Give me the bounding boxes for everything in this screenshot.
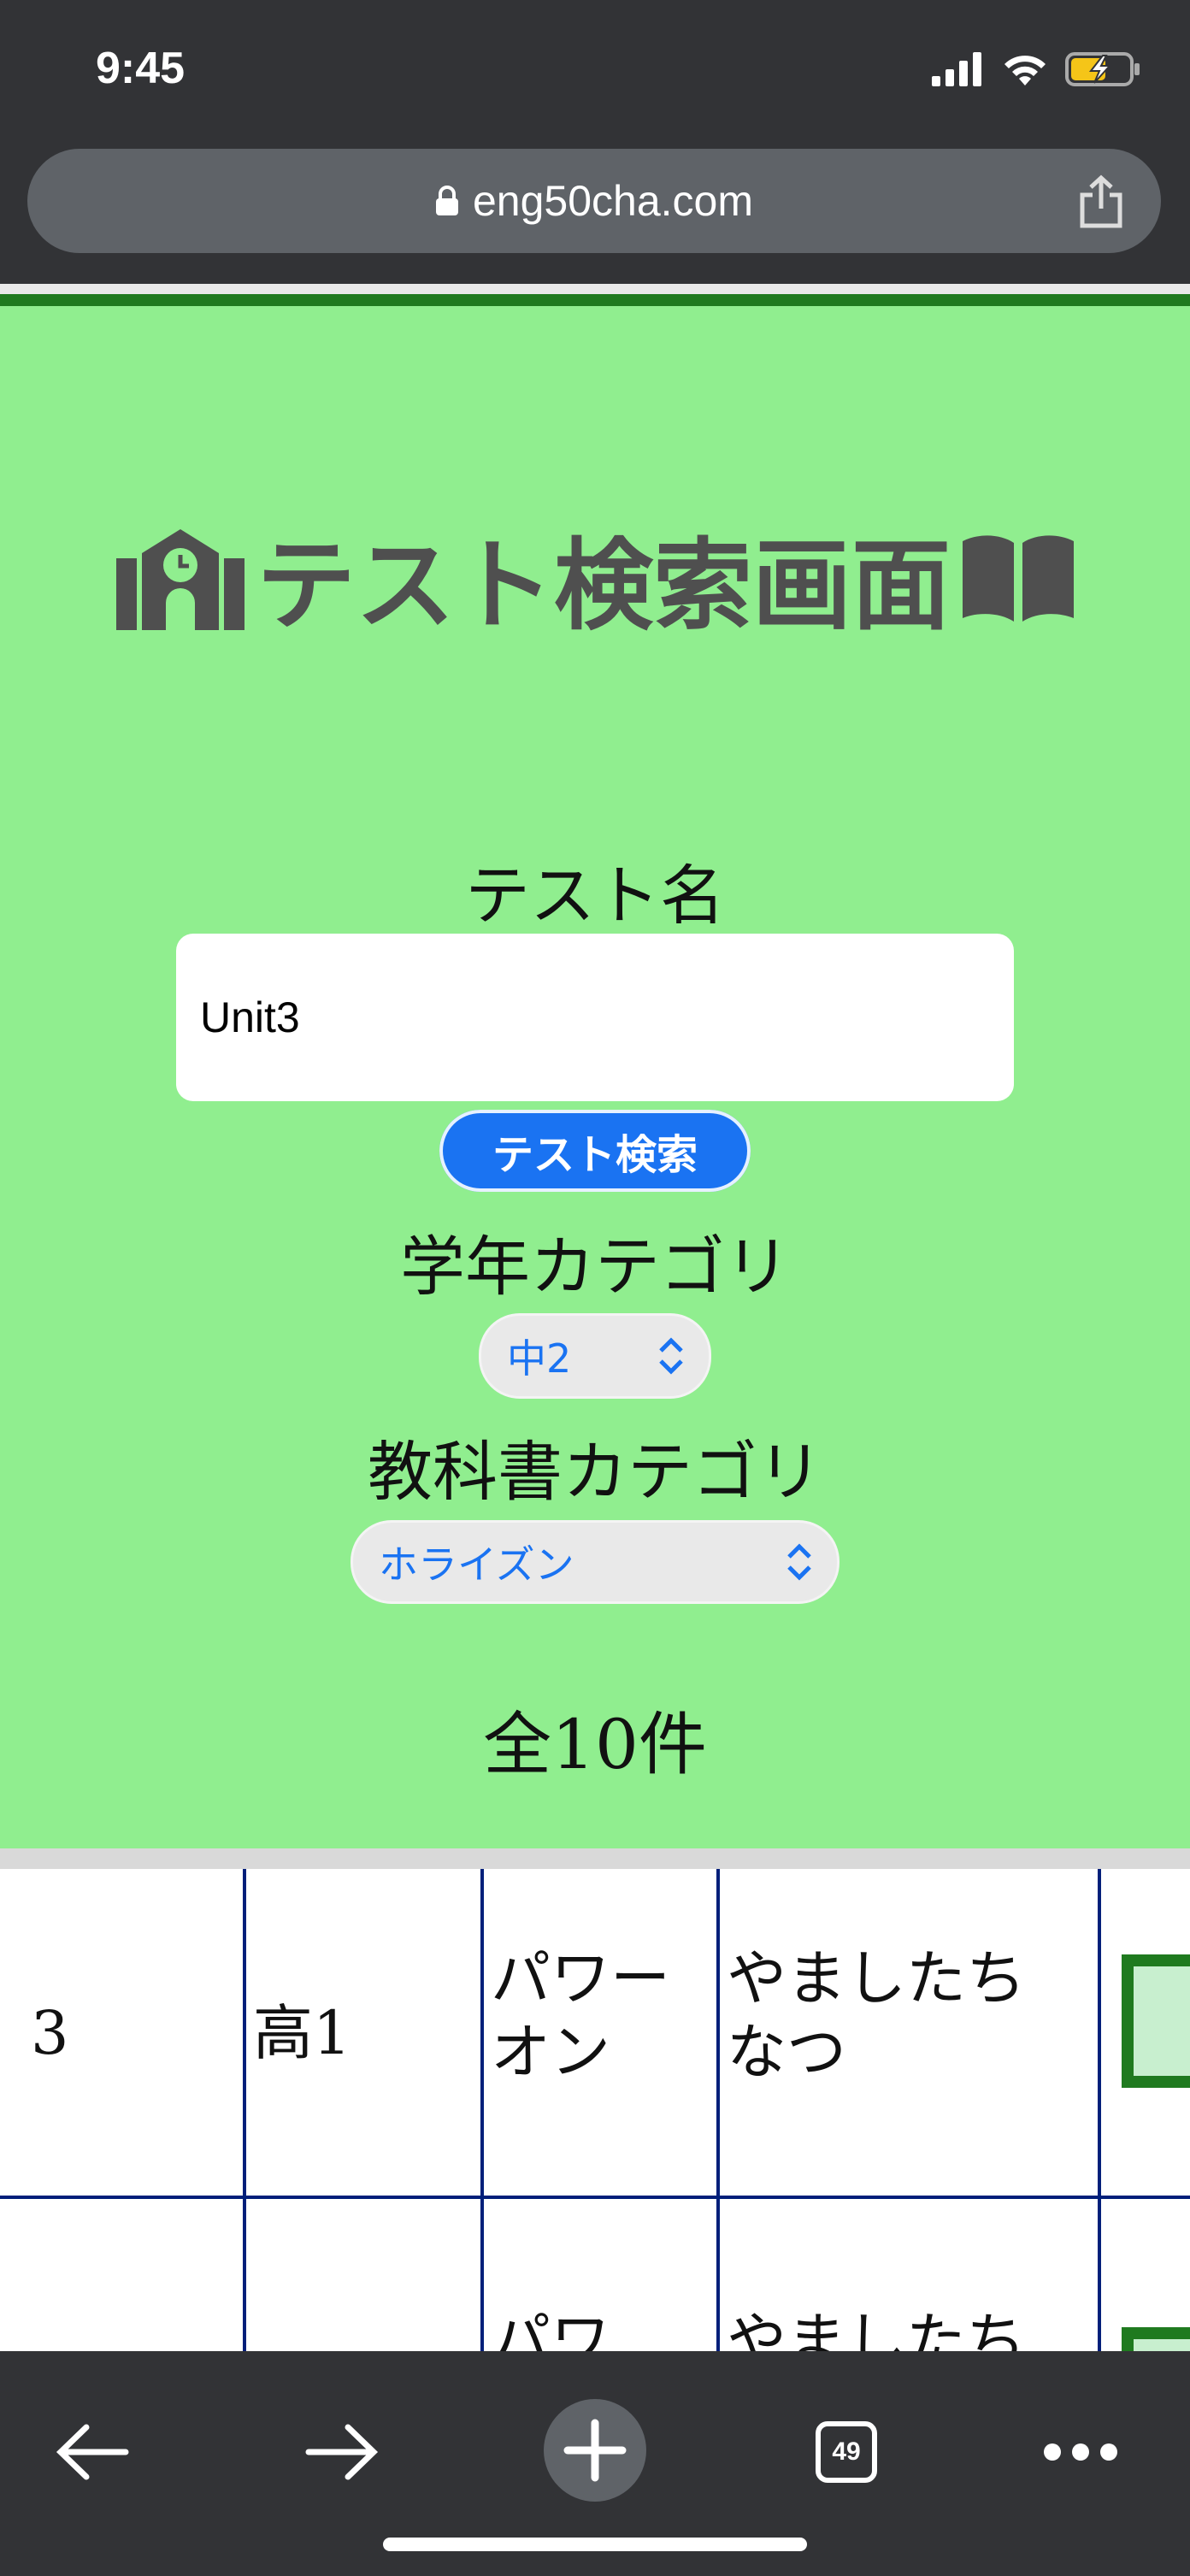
url-text: eng50cha.com (472, 177, 753, 225)
grade-select[interactable]: 中2 (479, 1313, 711, 1399)
back-button[interactable] (41, 2401, 144, 2503)
cell-textbook-line2: オン (491, 2017, 610, 2087)
cell-grade: 高1 (253, 1998, 351, 2068)
table-column-divider (480, 1869, 484, 2351)
test-name-value: Unit3 (200, 993, 300, 1041)
status-time: 9:45 (96, 44, 186, 93)
plus-icon (544, 2399, 646, 2502)
cell-author-line1: やましたち (727, 1943, 1026, 2013)
battery-charging-icon (1065, 52, 1140, 86)
cell-textbook-partial: パワ (491, 2306, 610, 2351)
page-title: テスト検索画面 (256, 528, 951, 644)
tabs-button[interactable]: 49 (795, 2401, 898, 2503)
results-table: 3 高1 パワー オン やましたち なつ パワ やましたち (0, 1869, 1190, 2351)
share-icon[interactable] (1075, 174, 1127, 229)
result-count: 全10件 (483, 1705, 707, 1784)
row-action-button[interactable] (1122, 2327, 1190, 2351)
signal-icon (932, 52, 981, 86)
cell-number: 3 (31, 1998, 69, 2068)
home-indicator[interactable] (383, 2538, 807, 2551)
page-top-border (0, 294, 1190, 306)
grade-category-label: 学年カテゴリ (400, 1229, 790, 1305)
arrow-left-icon (56, 2424, 129, 2480)
textbook-select[interactable]: ホライズン (351, 1520, 839, 1604)
address-bar[interactable]: eng50cha.com (27, 149, 1161, 253)
school-icon (116, 529, 244, 630)
lock-icon (435, 186, 458, 215)
table-column-divider (243, 1869, 246, 2351)
textbook-selected-value: ホライズン (379, 1541, 574, 1588)
page-title-row: テスト検索画面 (0, 513, 1190, 644)
forward-button[interactable] (291, 2401, 393, 2503)
cell-author-line2: なつ (727, 2017, 846, 2087)
chevron-updown-icon (787, 1543, 811, 1581)
cell-author-partial: やましたち (727, 2306, 1026, 2351)
open-book-icon (963, 535, 1074, 622)
more-dots-icon (1044, 2443, 1117, 2461)
browser-top-chrome: 9:45 eng50cha.com (0, 0, 1190, 284)
status-icons (932, 48, 1142, 91)
grade-selected-value: 中2 (507, 1335, 572, 1382)
textbook-category-label: 教科書カテゴリ (368, 1434, 822, 1510)
table-column-divider (1098, 1869, 1101, 2351)
test-search-button[interactable]: テスト検索 (439, 1110, 751, 1192)
table-column-divider (716, 1869, 720, 2351)
table-top-divider (0, 1848, 1190, 1869)
test-name-input[interactable]: Unit3 (176, 934, 1014, 1101)
test-name-label: テスト名 (465, 858, 725, 934)
arrow-right-icon (305, 2424, 379, 2480)
row-action-button[interactable] (1122, 1954, 1190, 2088)
wifi-icon (1004, 56, 1046, 85)
table-row-divider (0, 2196, 1190, 2199)
more-menu-button[interactable] (1029, 2401, 1132, 2503)
header-divider (0, 284, 1190, 294)
new-tab-button[interactable] (544, 2399, 646, 2502)
cell-textbook-line1: パワー (491, 1943, 670, 2013)
chevron-updown-icon (659, 1337, 683, 1375)
tab-count: 49 (816, 2421, 877, 2483)
